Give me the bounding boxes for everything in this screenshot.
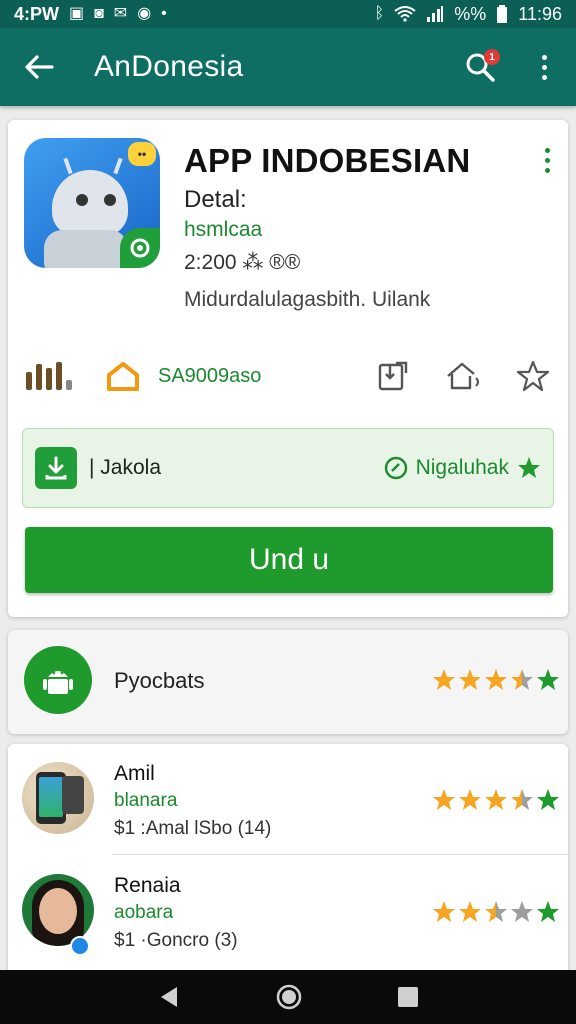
app-bar-title: AnDonesia [94,50,244,83]
card-overflow-button[interactable] [545,148,550,173]
verified-label-group: Nigaluhak [384,456,541,480]
rating-star-icon [485,669,507,690]
dot-icon: • [161,5,167,22]
reviewer-subtitle: blanara [114,790,178,811]
rating-star-icon [459,789,481,810]
signal-icon [427,6,444,22]
review-meta: $1 ·Goncro (3) [114,930,238,951]
nav-home-icon[interactable] [276,984,302,1010]
review-meta: $1 :Amal lSbo (14) [114,818,272,839]
reviewer-name: Renaia [114,874,181,897]
rating-star-icon [433,901,455,922]
review-item[interactable]: Amil blanara $1 :Amal lSbo (14) [8,744,568,854]
rating-star-icon [537,789,559,810]
reviews-summary-label: Pyocbats [114,668,205,693]
rating-star-icon [459,669,481,690]
app-bar: AnDonesia 1 [0,28,576,106]
review-item[interactable]: Renaia aobara $1 ·Goncro (3) [8,856,568,966]
rating-star-icon [485,901,507,922]
verified-label: Nigaluhak [415,456,509,479]
install-label: | Jakola [89,456,161,479]
download-icon [35,447,77,489]
home-icon [107,362,139,391]
nav-recents-icon[interactable] [397,986,419,1008]
image-icon: ◙ [94,5,104,22]
rating-star-icon [433,669,455,690]
sync-icon: ◉ [137,5,152,22]
home-outline-icon[interactable] [444,360,482,392]
review-rating-stars [432,900,560,924]
app-subtitle: Detal: [184,186,247,213]
app-icon: •• [24,138,160,268]
reviewer-name: Amil [114,762,155,785]
rating-star-icon [511,901,533,922]
rating-star-icon [537,669,559,690]
app-meta: 2:200 ⁂ ®® [184,251,301,274]
app-detail-card: •• APP INDOBESIAN Detal: hsmlcaa 2:200 ⁂… [8,120,568,617]
overflow-menu-button[interactable] [532,47,556,87]
chat-bubble-icon: •• [128,142,156,166]
review-rating-stars [432,788,560,812]
divider [112,854,568,855]
search-button[interactable]: 1 [460,47,500,87]
avatar [22,762,94,834]
summary-rating-stars [432,668,560,692]
verified-check-icon [384,456,407,480]
app-description: Midurdalulagasbith. Uilank [184,288,431,311]
logo-badge-icon [120,228,160,268]
search-badge: 1 [484,49,500,65]
android-icon [24,646,92,714]
back-button[interactable] [20,48,58,86]
star-outline-icon[interactable] [516,360,550,392]
reviewer-subtitle: aobara [114,902,174,923]
arrow-left-icon [25,55,54,79]
rating-star-icon [537,901,559,922]
app-title: APP INDOBESIAN [184,142,471,179]
stat-label: SA9009aso [158,364,262,387]
battery-icon [497,5,508,23]
bluetooth-icon: ᛒ [374,5,385,22]
stats-row: SA9009aso [8,348,568,404]
status-bar: 4:PW ▣ ◙ ✉ ◉ • ᛒ %% 11:96 [0,0,576,28]
developer-link[interactable]: hsmlcaa [184,218,262,242]
chart-bars-icon [26,362,72,390]
status-left-text: 4:PW [14,3,59,24]
system-nav-bar [0,970,576,1024]
nav-back-icon[interactable] [157,985,181,1009]
battery-text: %% [454,3,487,24]
star-icon [518,457,540,478]
reviews-list-card: Amil blanara $1 :Amal lSbo (14) Renaia a… [8,744,568,974]
clock: 11:96 [518,3,562,24]
share-icon[interactable] [376,360,410,392]
rating-star-icon [433,789,455,810]
notification-icon: ▣ [69,5,85,22]
rating-star-icon [459,901,481,922]
rating-star-icon [511,789,533,810]
download-button[interactable]: Und u [25,527,553,593]
verified-badge-icon [70,936,90,956]
wifi-icon [394,6,416,22]
rating-star-icon [511,669,533,690]
install-info-box[interactable]: | Jakola Nigaluhak [22,428,554,508]
reviews-summary-card[interactable]: Pyocbats [8,630,568,734]
avatar [22,874,94,946]
message-icon: ✉ [113,5,128,22]
rating-star-icon [485,789,507,810]
